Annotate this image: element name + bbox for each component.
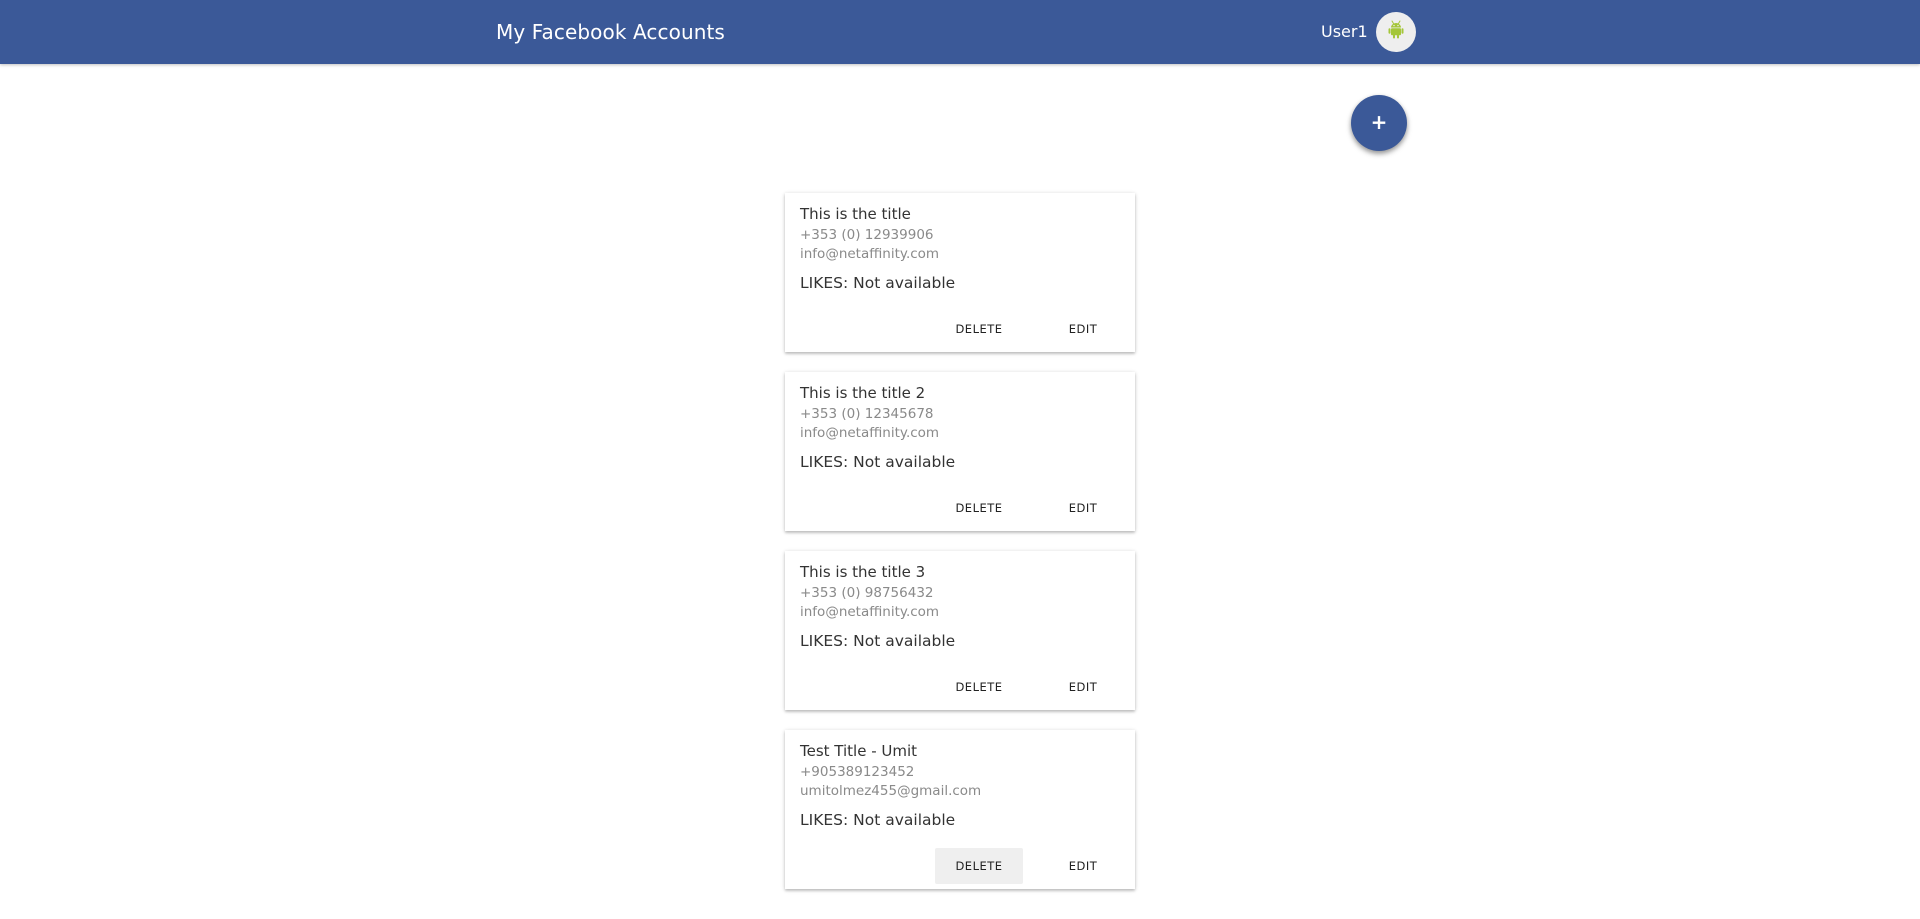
card-actions: DELETE EDIT bbox=[785, 669, 1135, 705]
delete-button[interactable]: DELETE bbox=[935, 311, 1023, 347]
account-title: This is the title 3 bbox=[800, 563, 926, 581]
account-title: This is the title 2 bbox=[800, 384, 926, 402]
account-email: info@netaffinity.com bbox=[800, 246, 940, 262]
account-card: This is the title 2 +353 (0) 12345678 in… bbox=[785, 372, 1135, 531]
page-title: My Facebook Accounts bbox=[496, 20, 725, 44]
delete-button[interactable]: DELETE bbox=[935, 848, 1023, 884]
account-likes: LIKES: Not available bbox=[800, 632, 956, 650]
account-likes: LIKES: Not available bbox=[800, 811, 956, 829]
account-email: info@netaffinity.com bbox=[800, 425, 940, 441]
account-title: Test Title - Umit bbox=[800, 742, 918, 760]
app-bar: My Facebook Accounts User1 bbox=[0, 0, 1920, 64]
edit-button[interactable]: EDIT bbox=[1039, 848, 1127, 884]
edit-button[interactable]: EDIT bbox=[1039, 669, 1127, 705]
plus-icon: + bbox=[1370, 110, 1388, 134]
account-phone: +353 (0) 98756432 bbox=[800, 585, 934, 601]
edit-button[interactable]: EDIT bbox=[1039, 311, 1127, 347]
account-phone: +353 (0) 12939906 bbox=[800, 227, 934, 243]
account-email: umitolmez455@gmail.com bbox=[800, 783, 982, 799]
delete-button[interactable]: DELETE bbox=[935, 490, 1023, 526]
account-title: This is the title bbox=[800, 205, 911, 223]
card-actions: DELETE EDIT bbox=[785, 848, 1135, 884]
card-actions: DELETE EDIT bbox=[785, 311, 1135, 347]
account-card: Test Title - Umit +905389123452 umitolme… bbox=[785, 730, 1135, 889]
account-list: This is the title +353 (0) 12939906 info… bbox=[785, 193, 1135, 909]
account-phone: +353 (0) 12345678 bbox=[800, 406, 934, 422]
account-phone: +905389123452 bbox=[800, 764, 915, 780]
avatar[interactable] bbox=[1376, 12, 1416, 52]
add-account-button[interactable]: + bbox=[1351, 95, 1407, 151]
edit-button[interactable]: EDIT bbox=[1039, 490, 1127, 526]
account-email: info@netaffinity.com bbox=[800, 604, 940, 620]
android-icon bbox=[1387, 20, 1405, 44]
account-card: This is the title 3 +353 (0) 98756432 in… bbox=[785, 551, 1135, 710]
delete-button[interactable]: DELETE bbox=[935, 669, 1023, 705]
account-likes: LIKES: Not available bbox=[800, 453, 956, 471]
account-card: This is the title +353 (0) 12939906 info… bbox=[785, 193, 1135, 352]
card-actions: DELETE EDIT bbox=[785, 490, 1135, 526]
account-likes: LIKES: Not available bbox=[800, 274, 956, 292]
user-name: User1 bbox=[1321, 22, 1368, 41]
